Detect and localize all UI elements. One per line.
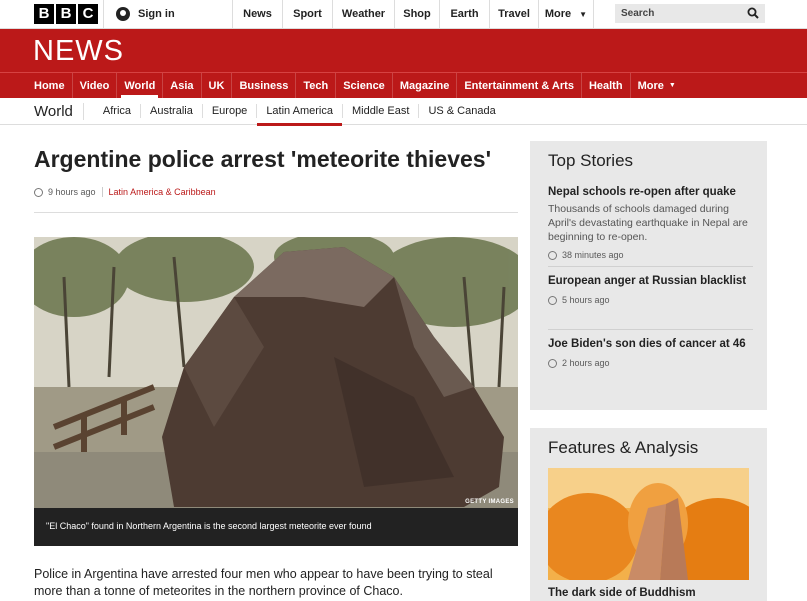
features-title: Features & Analysis [548,438,699,457]
sub-nav-latin-america[interactable]: Latin America [257,104,343,126]
main-nav-science[interactable]: Science [336,73,393,98]
main-nav-tech[interactable]: Tech [296,73,337,98]
main-nav: Home Video World Asia UK Business Tech S… [0,72,807,98]
main-nav-uk[interactable]: UK [202,73,233,98]
article-tag[interactable]: Latin America & Caribbean [101,187,216,197]
article-headline: Argentine police arrest 'meteorite thiev… [34,146,492,172]
global-nav-news[interactable]: News [232,0,282,28]
main-nav-entertainment[interactable]: Entertainment & Arts [457,73,582,98]
caption-text: "El Chaco" found in Northern Argentina i… [46,521,372,531]
sign-in-link[interactable]: Sign in [103,0,231,28]
features-panel: Features & Analysis The dark side of Bud… [530,428,767,601]
main-nav-video[interactable]: Video [73,73,118,98]
feature-title[interactable]: The dark side of Buddhism [548,585,753,601]
article-meta: 9 hours ago Latin America & Caribbean [34,187,216,197]
divider [548,266,753,267]
clock-icon [34,187,43,197]
global-nav-more-label: More [544,8,572,20]
logo-letter: C [78,4,98,24]
sign-in-label: Sign in [138,8,175,20]
search-placeholder: Search [621,8,655,19]
sub-nav-africa[interactable]: Africa [94,104,142,118]
sub-nav-australia[interactable]: Australia [141,104,203,118]
main-nav-asia[interactable]: Asia [163,73,202,98]
section-title[interactable]: World [34,102,84,120]
sub-nav-middle-east[interactable]: Middle East [343,104,420,118]
sub-nav-europe[interactable]: Europe [203,104,258,118]
story-time: 2 hours ago [562,358,610,368]
global-nav-sport[interactable]: Sport [282,0,332,28]
sub-nav: World Africa Australia Europe Latin Amer… [0,98,807,126]
global-nav-travel[interactable]: Travel [489,0,538,28]
logo-letter: B [34,4,54,24]
main-nav-home[interactable]: Home [27,73,73,98]
main-nav-magazine[interactable]: Magazine [393,73,458,98]
divider [548,329,753,330]
main-nav-business[interactable]: Business [232,73,297,98]
story-title[interactable]: European anger at Russian blacklist [548,273,753,289]
main-nav-more[interactable]: More ▼ [631,73,683,98]
news-logo[interactable]: NEWS [33,35,124,68]
sub-nav-us-canada[interactable]: US & Canada [419,104,504,118]
story-meta: 5 hours ago [548,295,753,305]
image-caption: "El Chaco" found in Northern Argentina i… [34,508,518,546]
feature-item[interactable]: The dark side of Buddhism [548,585,753,601]
bbc-logo[interactable]: B B C [34,4,98,24]
global-nav-more[interactable]: More ▼ [538,0,594,28]
caret-down-icon: ▼ [579,9,588,19]
article-time: 9 hours ago [48,187,96,197]
main-nav-health[interactable]: Health [582,73,631,98]
story-title[interactable]: Nepal schools re-open after quake [548,184,753,200]
clock-icon [548,295,557,305]
global-nav-earth[interactable]: Earth [439,0,489,28]
story-meta: 2 hours ago [548,358,753,368]
caret-down-icon: ▼ [668,82,676,89]
story-summary: Thousands of schools damaged during Apri… [548,203,748,243]
story-time: 38 minutes ago [562,250,624,260]
global-header: B B C Sign in News Sport Weather Shop Ea… [0,0,807,29]
global-nav: News Sport Weather Shop Earth Travel Mor… [232,0,594,28]
top-stories-title: Top Stories [548,151,634,170]
meteorite-illustration [34,237,518,508]
story-item[interactable]: European anger at Russian blacklist 5 ho… [548,273,753,305]
news-banner: NEWS [0,29,807,72]
monk-illustration [548,468,749,580]
story-title[interactable]: Joe Biden's son dies of cancer at 46 [548,336,753,352]
divider [34,212,518,213]
main-nav-world[interactable]: World [117,73,164,98]
search-input[interactable]: Search [615,4,765,23]
article-body: Police in Argentina have arrested four m… [34,567,493,598]
user-icon [116,7,130,21]
main-nav-more-label: More [637,79,664,92]
story-item[interactable]: Nepal schools re-open after quake Thousa… [548,184,753,260]
story-item[interactable]: Joe Biden's son dies of cancer at 46 2 h… [548,336,753,368]
clock-icon [548,358,557,368]
feature-image[interactable] [548,468,749,580]
global-nav-weather[interactable]: Weather [332,0,394,28]
global-nav-shop[interactable]: Shop [394,0,439,28]
story-time: 5 hours ago [562,295,610,305]
logo-letter: B [56,4,76,24]
search-icon[interactable] [747,7,759,19]
top-stories-panel: Top Stories Nepal schools re-open after … [530,141,767,410]
story-meta: 38 minutes ago [548,250,753,260]
meteorite-photo [34,237,518,508]
clock-icon [548,250,557,260]
